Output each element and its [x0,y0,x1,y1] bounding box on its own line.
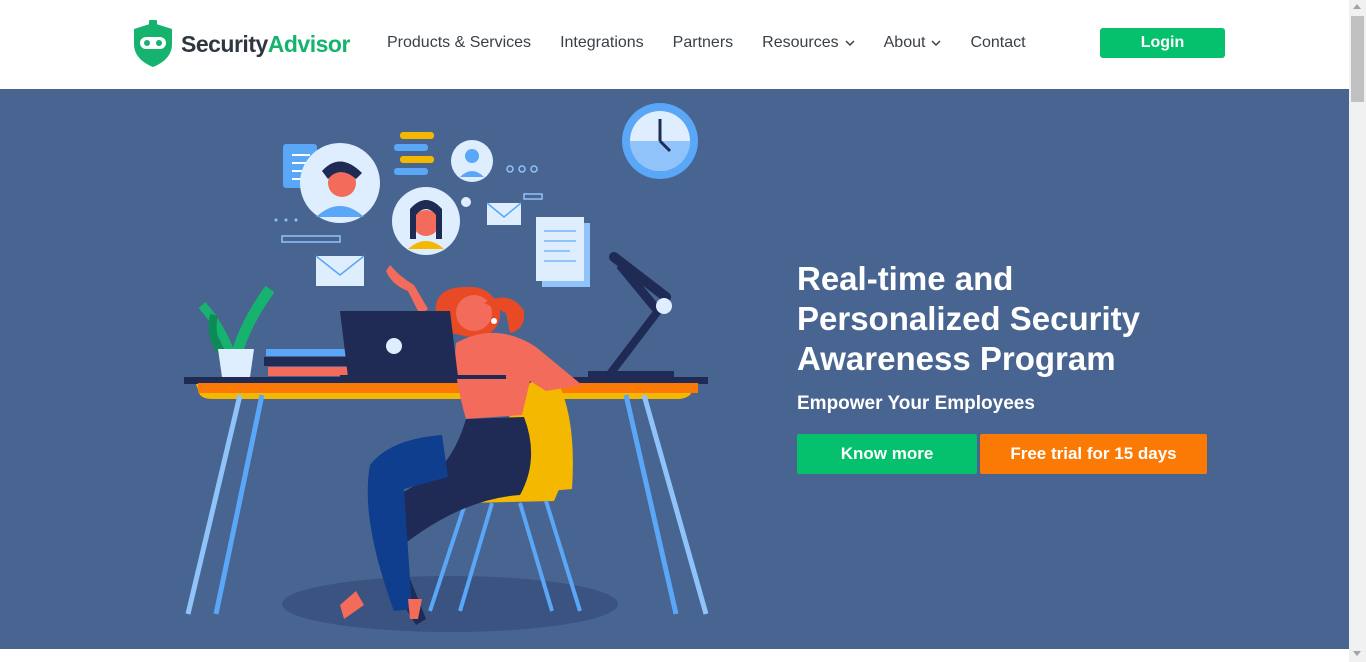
nav-about[interactable]: About [884,34,942,52]
hero-content: Real-time and Personalized Security Awar… [797,259,1217,474]
hero-illustration [184,103,709,632]
brand-logo[interactable]: SecurityAdvisor [130,20,350,68]
nav-integrations[interactable]: Integrations [560,34,644,52]
page: SecurityAdvisor Products & Services Inte… [0,0,1366,662]
nav-partners[interactable]: Partners [673,34,733,52]
main-nav: Products & Services Integrations Partner… [387,34,1055,52]
nav-products-services[interactable]: Products & Services [387,34,531,52]
hero-subtitle: Empower Your Employees [797,393,1035,414]
brand-name: SecurityAdvisor [181,30,350,57]
site-header: SecurityAdvisor Products & Services Inte… [0,0,1349,89]
hero-title: Real-time and Personalized Security Awar… [797,260,1140,377]
scroll-down-arrow-icon[interactable] [1353,651,1361,656]
chevron-down-icon [931,40,941,47]
scroll-thumb[interactable] [1351,16,1364,102]
vertical-scrollbar[interactable] [1349,0,1366,662]
mail-icon [486,202,522,225]
clock-icon [622,103,698,179]
login-button[interactable]: Login [1100,28,1225,58]
know-more-button[interactable]: Know more [797,434,977,474]
free-trial-button[interactable]: Free trial for 15 days [980,434,1207,474]
scroll-up-arrow-icon[interactable] [1353,4,1361,9]
page-bottom-strip [0,649,1349,662]
mail-icon [315,255,365,286]
nav-resources[interactable]: Resources [762,34,855,52]
hero-section: Real-time and Personalized Security Awar… [0,89,1349,649]
chevron-down-icon [845,40,855,47]
shield-robot-icon [134,20,172,67]
hero-cta-group: Know more Free trial for 15 days [797,434,1217,474]
nav-contact[interactable]: Contact [970,34,1025,52]
